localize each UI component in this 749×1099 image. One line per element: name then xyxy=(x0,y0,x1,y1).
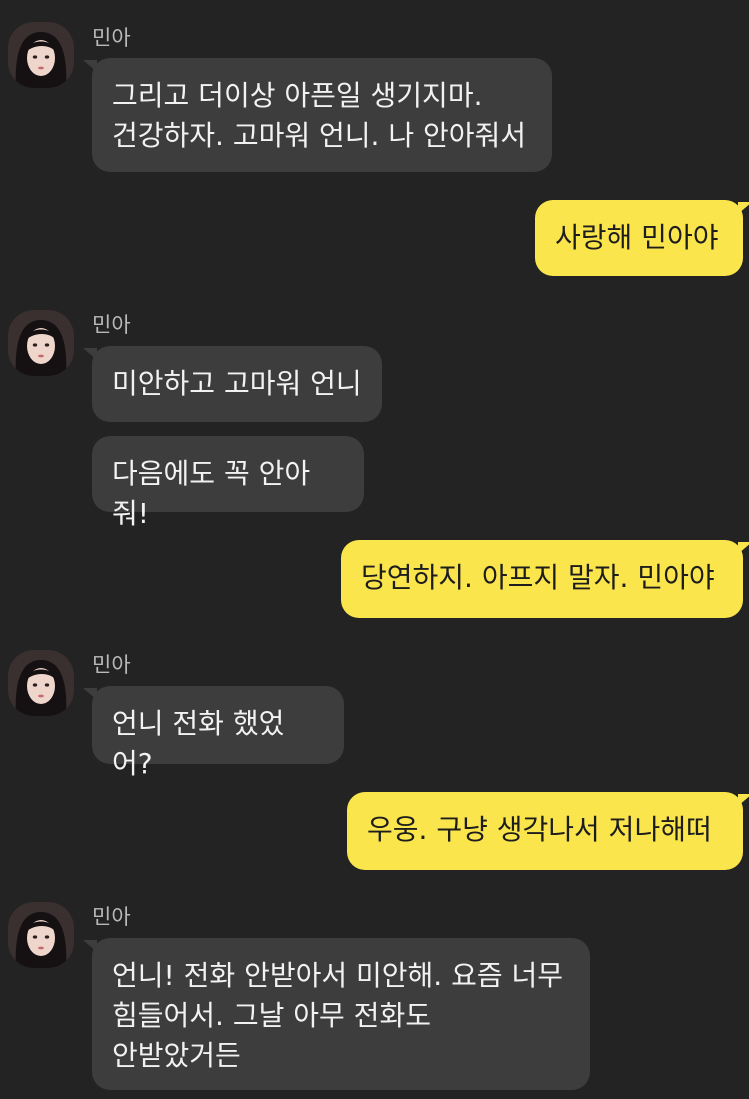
sender-name: 민아 xyxy=(92,26,131,50)
sender-name: 민아 xyxy=(92,653,131,677)
avatar[interactable] xyxy=(8,902,74,968)
message-bubble-outgoing[interactable]: 우웅. 구냥 생각나서 저나해떠 xyxy=(347,792,749,870)
message-bubble-incoming[interactable]: 미안하고 고마워 언니 xyxy=(83,346,382,422)
message-bubble-incoming[interactable]: 다음에도 꼭 안아줘! xyxy=(92,436,364,530)
message-bubble-outgoing[interactable]: 사랑해 민아야 xyxy=(535,200,749,276)
message-bubble-incoming[interactable]: 언니! 전화 안받아서 미안해. 요즘 너무 힘들어서. 그날 아무 전화도 안… xyxy=(83,938,590,1090)
avatar[interactable] xyxy=(8,22,74,88)
sender-name: 민아 xyxy=(92,313,131,337)
avatar[interactable] xyxy=(8,310,74,376)
avatar[interactable] xyxy=(8,650,74,716)
message-bubble-incoming[interactable]: 그리고 더이상 아픈일 생기지마. 건강하자. 고마워 언니. 나 안아줘서 xyxy=(83,58,552,172)
message-bubble-incoming[interactable]: 언니 전화 했었어? xyxy=(83,686,344,780)
message-bubble-outgoing[interactable]: 당연하지. 아프지 말자. 민아야 xyxy=(341,540,749,618)
sender-name: 민아 xyxy=(92,905,131,929)
